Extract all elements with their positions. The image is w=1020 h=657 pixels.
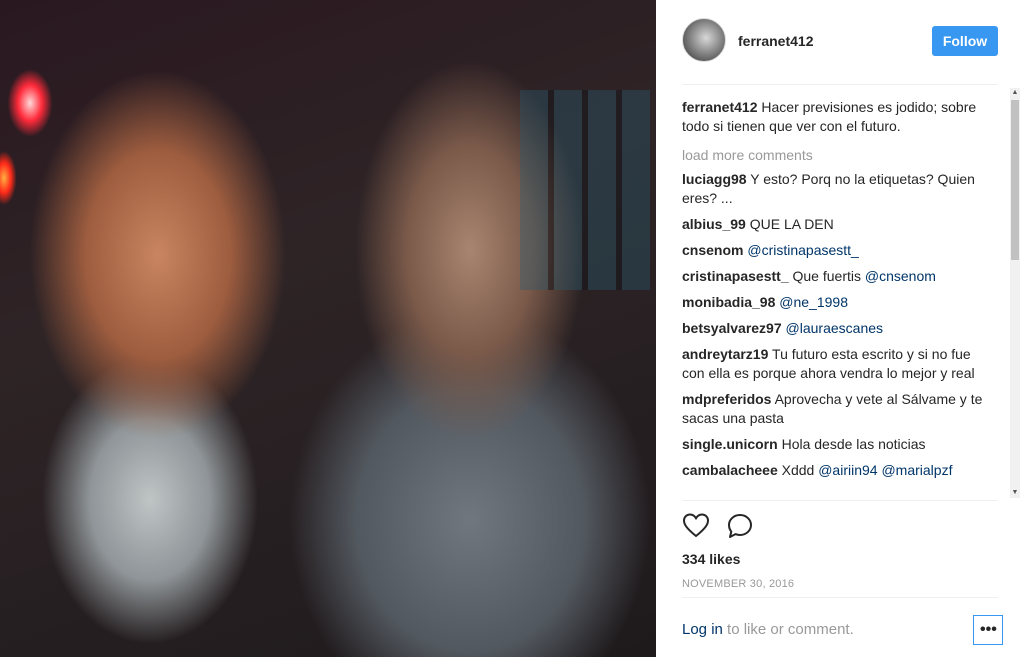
comment-item: cambalacheee Xddd @airiin94 @marialpzf	[682, 461, 992, 480]
caption-username[interactable]: ferranet412	[682, 99, 758, 115]
comment-text: Xddd	[781, 462, 819, 478]
follow-button[interactable]: Follow	[932, 26, 998, 56]
header-divider	[682, 84, 998, 85]
comments-list: ferranet412 Hacer previsiones es jodido;…	[682, 98, 992, 500]
comment-mention[interactable]: @cnsenom	[865, 268, 936, 284]
comment-item: albius_99 QUE LA DEN	[682, 215, 992, 234]
post-actions	[682, 512, 802, 540]
comment-mention[interactable]: @lauraescanes	[786, 320, 884, 336]
comment-item: cnsenom @cristinapasestt_	[682, 241, 992, 260]
comment-username[interactable]: andreytarz19	[682, 346, 768, 362]
comments-divider	[682, 500, 998, 501]
comment-username[interactable]: cristinapasestt_	[682, 268, 789, 284]
login-link[interactable]: Log in	[682, 621, 723, 638]
arrow-down-icon[interactable]: ▼	[1010, 488, 1020, 498]
comment-username[interactable]: cambalacheee	[682, 462, 778, 478]
comment-username[interactable]: albius_99	[682, 216, 746, 232]
author-username[interactable]: ferranet412	[738, 33, 814, 49]
footer-divider	[682, 597, 998, 598]
comment-item: single.unicorn Hola desde las noticias	[682, 435, 992, 454]
heart-icon[interactable]	[682, 512, 710, 540]
comment-username[interactable]: monibadia_98	[682, 294, 775, 310]
caption: ferranet412 Hacer previsiones es jodido;…	[682, 98, 992, 136]
comment-bubble-icon[interactable]	[726, 512, 754, 540]
comment-mention[interactable]: @cristinapasestt_	[747, 242, 858, 258]
comment-item: andreytarz19 Tu futuro esta escrito y si…	[682, 345, 992, 383]
likes-count[interactable]: 334 likes	[682, 551, 740, 567]
comment-username[interactable]: mdpreferidos	[682, 391, 771, 407]
comment-text: QUE LA DEN	[749, 216, 834, 232]
comment-username[interactable]: cnsenom	[682, 242, 743, 258]
login-prompt: Log in to like or comment.	[682, 621, 854, 638]
comment-username[interactable]: single.unicorn	[682, 436, 778, 452]
comments-scrollbar[interactable]: ▲ ▼	[1010, 88, 1020, 498]
arrow-up-icon[interactable]: ▲	[1010, 88, 1020, 98]
comment-item: cristinapasestt_ Que fuertis @cnsenom	[682, 267, 992, 286]
comment-mention[interactable]: @ne_1998	[779, 294, 848, 310]
load-more-comments-link[interactable]: load more comments	[682, 146, 992, 165]
comment-item: betsyalvarez97 @lauraescanes	[682, 319, 992, 338]
post-date: NOVEMBER 30, 2016	[682, 578, 795, 590]
comment-item: mdpreferidos Aprovecha y vete al Sálvame…	[682, 390, 992, 428]
login-prompt-text: to like or comment.	[722, 621, 854, 638]
photo-background-window	[520, 90, 650, 290]
avatar[interactable]	[682, 18, 726, 62]
scroll-thumb[interactable]	[1011, 100, 1019, 260]
comment-item: monibadia_98 @ne_1998	[682, 293, 992, 312]
comment-item: luciagg98 Y esto? Porq no la etiquetas? …	[682, 170, 992, 208]
post-photo	[0, 0, 656, 657]
post-header: ferranet412 Follow	[682, 18, 998, 66]
comment-text: Que fuertis	[792, 268, 865, 284]
more-options-button[interactable]: •••	[973, 615, 1003, 645]
comment-username[interactable]: betsyalvarez97	[682, 320, 782, 336]
comment-username[interactable]: luciagg98	[682, 171, 747, 187]
comment-text: Hola desde las noticias	[781, 436, 926, 452]
comment-mention[interactable]: @airiin94 @marialpzf	[818, 462, 952, 478]
